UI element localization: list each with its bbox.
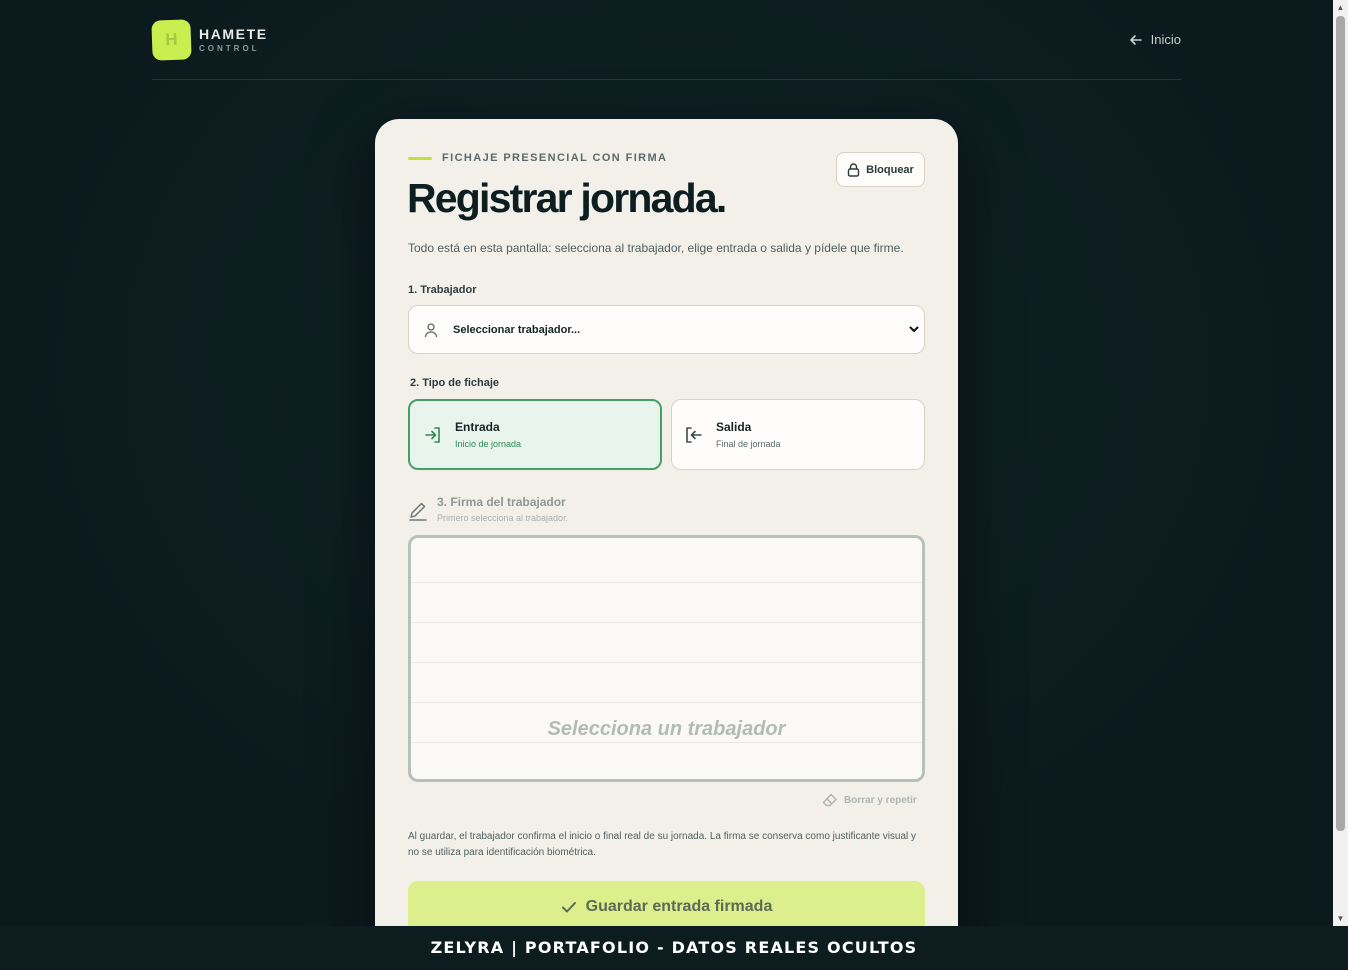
brand-name: HAMETE: [199, 26, 268, 42]
signature-hint: Primero selecciona al trabajador.: [437, 513, 569, 523]
signature-guide-line: [411, 662, 922, 663]
save-button-label: Guardar entrada firmada: [585, 898, 773, 915]
eraser-icon: [822, 793, 837, 807]
erase-button[interactable]: Borrar y repetir: [822, 793, 917, 807]
login-icon: [425, 426, 440, 443]
type-entrada-title: Entrada: [455, 420, 500, 434]
vertical-scrollbar[interactable]: ▲ ▼: [1333, 0, 1348, 926]
signature-guide-line: [411, 702, 922, 703]
type-salida-title: Salida: [716, 420, 752, 434]
home-link[interactable]: Inicio: [1129, 32, 1181, 47]
brand-logo[interactable]: H HAMETE CONTROL: [151, 19, 268, 61]
scroll-up-arrow[interactable]: ▲: [1336, 3, 1345, 12]
worker-label: 1. Trabajador: [408, 284, 477, 296]
signature-guide-line: [411, 742, 922, 743]
top-header: H HAMETE CONTROL Inicio: [151, 19, 1181, 80]
eyebrow: FICHAJE PRESENCIAL CON FIRMA: [408, 152, 667, 164]
page-description: Todo está en esta pantalla: selecciona a…: [408, 241, 904, 255]
chevron-down-icon: [909, 326, 919, 332]
type-entrada-button[interactable]: Entrada Inicio de jornada: [408, 399, 662, 470]
logo-letter: H: [165, 29, 178, 50]
type-salida-button[interactable]: Salida Final de jornada: [671, 399, 925, 470]
worker-select[interactable]: Seleccionar trabajador...: [408, 305, 925, 354]
logout-icon: [686, 426, 702, 443]
page-title: Registrar jornada.: [407, 175, 727, 221]
type-entrada-subtitle: Inicio de jornada: [455, 439, 522, 449]
worker-select-value: Seleccionar trabajador...: [453, 323, 581, 336]
eyebrow-accent: [408, 156, 432, 160]
brand-subtitle: CONTROL: [199, 44, 260, 53]
user-icon: [424, 322, 438, 337]
type-entrada-text: Entrada Inicio de jornada: [455, 420, 521, 449]
save-button[interactable]: Guardar entrada firmada: [408, 881, 925, 926]
signature-header-text: 3. Firma del trabajador Primero seleccio…: [437, 495, 568, 523]
type-salida-text: Salida Final de jornada: [716, 420, 781, 449]
lock-button-label: Bloquear: [866, 163, 914, 176]
type-label: 2. Tipo de fichaje: [410, 377, 500, 389]
logo-icon: H: [151, 19, 192, 61]
app-viewport: H HAMETE CONTROL Inicio FICHAJE PRESENCI…: [0, 0, 1333, 926]
brand-text: HAMETE CONTROL: [199, 27, 268, 53]
signature-guide-line: [411, 582, 922, 583]
type-salida-subtitle: Final de jornada: [716, 439, 781, 449]
scroll-thumb[interactable]: [1336, 16, 1345, 831]
signature-header: 3. Firma del trabajador Primero seleccio…: [408, 495, 568, 523]
portfolio-banner: ZELYRA | PORTAFOLIO - DATOS REALES OCULT…: [0, 926, 1348, 970]
signature-pad[interactable]: Selecciona un trabajador: [408, 535, 925, 782]
lock-button[interactable]: Bloquear: [836, 152, 925, 187]
signature-placeholder: Selecciona un trabajador: [547, 718, 786, 740]
register-card: FICHAJE PRESENCIAL CON FIRMA Bloquear Re…: [375, 119, 958, 926]
pen-icon: [409, 502, 427, 521]
home-link-label: Inicio: [1150, 32, 1181, 47]
signature-guide-line: [411, 622, 922, 623]
lock-icon: [847, 162, 860, 177]
erase-button-label: Borrar y repetir: [844, 794, 917, 806]
legal-note: Al guardar, el trabajador confirma el in…: [408, 831, 917, 858]
arrow-left-icon: [1129, 34, 1142, 45]
check-icon: [561, 902, 576, 913]
eyebrow-text: FICHAJE PRESENCIAL CON FIRMA: [442, 152, 668, 164]
signature-label: 3. Firma del trabajador: [437, 495, 566, 509]
scroll-down-arrow[interactable]: ▼: [1336, 914, 1345, 923]
